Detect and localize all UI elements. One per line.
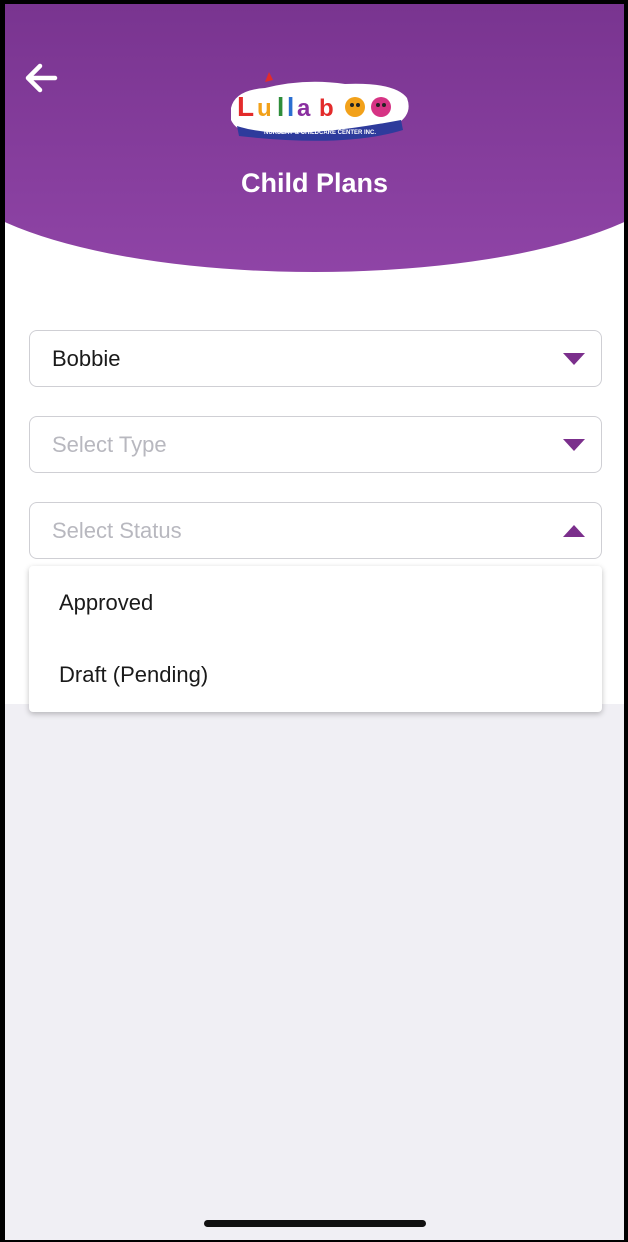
status-option-draft-pending[interactable]: Draft (Pending) — [59, 662, 208, 688]
back-button[interactable] — [19, 56, 63, 100]
caret-up-icon — [563, 524, 585, 537]
svg-text:b: b — [319, 95, 334, 122]
lullaboo-logo: NURSERY & CHILDCARE CENTER INC. L u l l … — [231, 72, 409, 141]
svg-text:NURSERY & CHILDCARE CENTER INC: NURSERY & CHILDCARE CENTER INC. — [264, 130, 376, 136]
child-select-value: Bobbie — [52, 345, 121, 371]
svg-text:L: L — [237, 91, 254, 122]
arrow-left-icon — [25, 63, 58, 93]
app-screen: NURSERY & CHILDCARE CENTER INC. L u l l … — [5, 4, 624, 1240]
status-select-placeholder: Select Status — [52, 517, 182, 543]
svg-text:u: u — [257, 95, 272, 122]
status-options-menu: Approved Draft (Pending) — [29, 566, 602, 712]
caret-down-icon — [563, 438, 585, 451]
status-option-approved[interactable]: Approved — [59, 590, 153, 616]
child-select[interactable]: Bobbie — [29, 330, 602, 387]
type-select-placeholder: Select Type — [52, 431, 167, 457]
svg-text:a: a — [297, 95, 311, 122]
type-select[interactable]: Select Type — [29, 416, 602, 473]
page-title: Child Plans — [240, 168, 389, 198]
svg-text:l: l — [277, 92, 284, 122]
status-select[interactable]: Select Status — [29, 502, 602, 559]
caret-down-icon — [563, 352, 585, 365]
home-indicator[interactable] — [204, 1220, 426, 1227]
svg-text:l: l — [287, 92, 294, 122]
